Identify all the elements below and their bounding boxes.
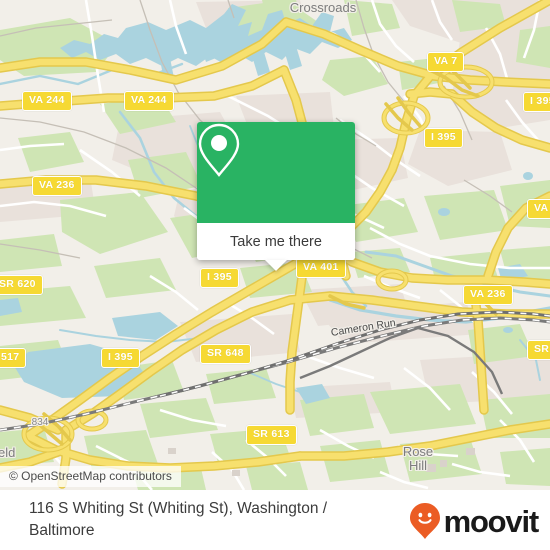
- place-label-rose-hill: Rose Hill: [402, 444, 434, 474]
- road-shield: I 395: [101, 348, 140, 368]
- screenshot-root: VA 244 VA 244 VA 7 I 395 I 395 VA 236 VA…: [0, 0, 550, 550]
- map-attribution[interactable]: © OpenStreetMap contributors: [0, 466, 181, 487]
- road-shield: VA: [527, 199, 550, 219]
- map-canvas[interactable]: VA 244 VA 244 VA 7 I 395 I 395 VA 236 VA…: [0, 0, 550, 490]
- road-shield: VA 236: [463, 285, 513, 305]
- popup-pointer-tail: [265, 260, 287, 271]
- road-shield: 517: [0, 348, 27, 368]
- moovit-smiley-pin-icon: [409, 503, 440, 539]
- footer-address-text: 116 S Whiting St (Whiting St), Washingto…: [29, 500, 328, 540]
- popup-image-area: [197, 122, 355, 223]
- map-pin-icon: [198, 123, 240, 177]
- road-shield: VA 244: [22, 91, 72, 111]
- road-shield: I 395: [523, 92, 550, 112]
- road-shield: SR 648: [200, 344, 251, 364]
- road-shield: VA 401: [296, 258, 346, 278]
- popup-cta-label[interactable]: Take me there: [197, 223, 355, 260]
- footer-bar: 116 S Whiting St (Whiting St), Washingto…: [0, 490, 550, 550]
- road-shield: I 395: [200, 268, 239, 288]
- place-label-springfield-clipped: eld: [0, 445, 16, 460]
- moovit-wordmark: moovit: [443, 503, 540, 539]
- road-shield: SR 620: [0, 275, 43, 295]
- road-shield: VA 7: [427, 52, 465, 72]
- road-shield: I 395: [424, 128, 463, 148]
- place-label-crossroads: Crossroads: [289, 0, 357, 15]
- place-popup-card[interactable]: Take me there: [197, 122, 355, 271]
- road-shield: SR 613: [246, 425, 297, 445]
- road-shield: VA 236: [32, 176, 82, 196]
- road-shield: VA 244: [124, 91, 174, 111]
- place-label-834: 834: [31, 417, 49, 428]
- moovit-brand-logo[interactable]: moovit: [409, 502, 540, 540]
- road-shield: SR 6: [527, 340, 550, 360]
